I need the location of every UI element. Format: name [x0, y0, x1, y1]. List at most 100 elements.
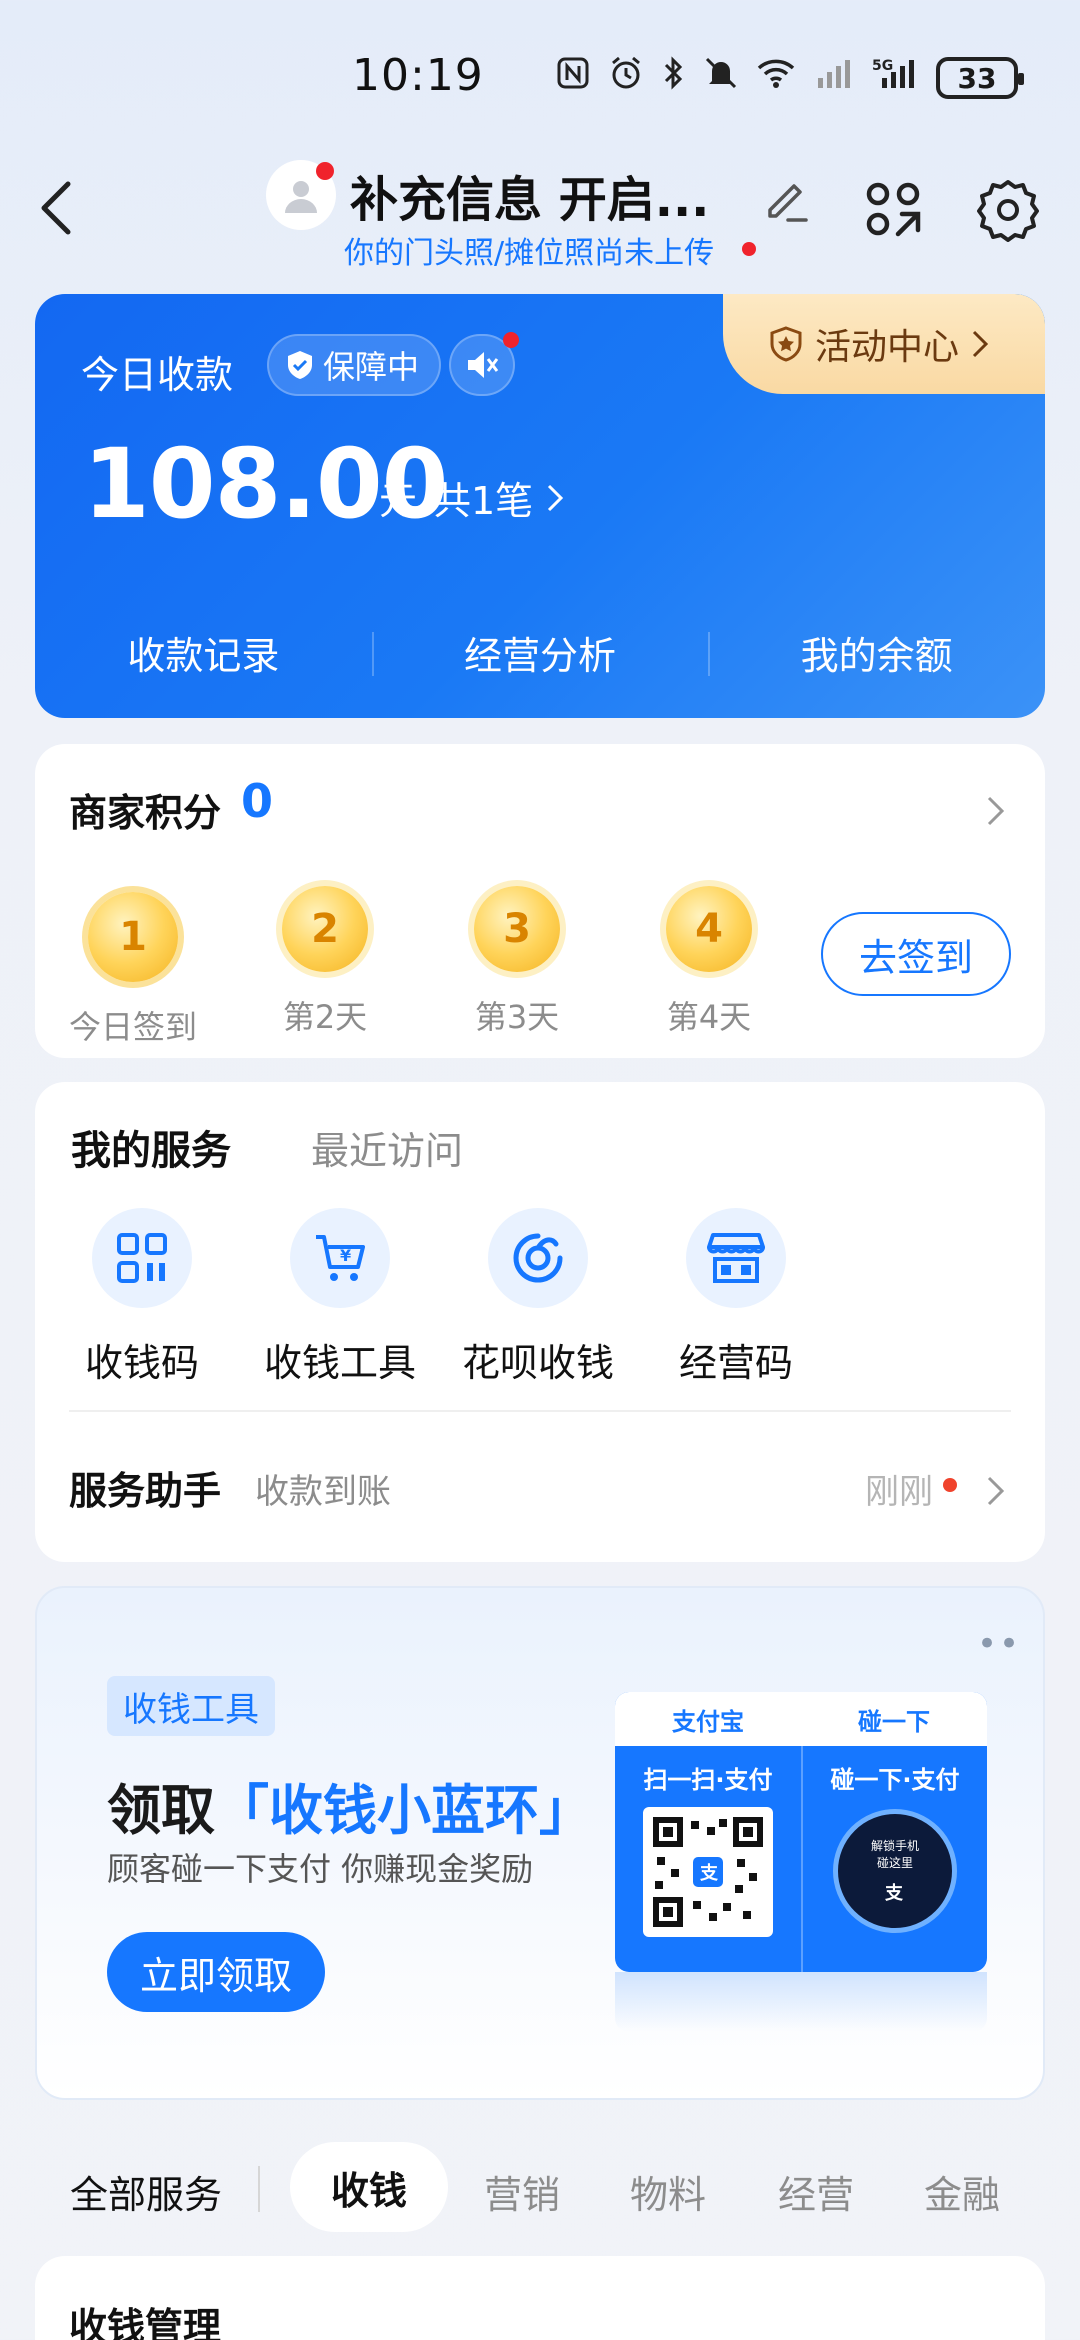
service-label: 花呗收钱 [461, 1341, 614, 1385]
chevron-right-icon[interactable] [985, 794, 1007, 828]
speaker-mute-icon [468, 352, 499, 378]
checkin-day-label: 第2天 [282, 998, 368, 1036]
nfc-icon [556, 56, 590, 101]
edit-button[interactable] [760, 172, 814, 226]
chevron-right-icon[interactable] [985, 1474, 1007, 1508]
assistant-timestamp: 刚刚 [865, 1472, 933, 1512]
checkin-day-label: 今日签到 [68, 1008, 197, 1046]
gear-icon [977, 180, 1039, 242]
checkin-day-2: 2 第2天 [245, 886, 405, 1038]
stand-header: 支付宝 碰一下 [615, 1692, 987, 1746]
mute-icon [704, 55, 738, 102]
tab-marketing[interactable]: 营销 [484, 2164, 560, 2219]
upload-reminder[interactable]: 你的门头照/摊位照尚未上传 [344, 228, 714, 272]
section-title: 收钱管理 [69, 2305, 222, 2340]
voice-alert-dot [503, 332, 519, 348]
points-title: 商家积分 [69, 791, 222, 835]
my-services-card: 我的服务 最近访问 收钱码 ¥ 收钱工具 花呗收钱 经营码 服务助手 收款到账 … [35, 1082, 1045, 1562]
collection-management-card: 收钱管理 [35, 2256, 1045, 2340]
tab-collect-money[interactable]: 收钱 [290, 2142, 448, 2232]
assistant-title[interactable]: 服务助手 [69, 1460, 221, 1515]
promo-subtitle: 顾客碰一下支付 你赚现金奖励 [107, 1850, 534, 1888]
service-huabei[interactable]: 花呗收钱 [453, 1208, 623, 1387]
qr-code-icon [92, 1208, 192, 1308]
activity-center-label: 活动中心 [815, 327, 960, 368]
link-my-balance[interactable]: 我的余额 [708, 612, 1045, 692]
cart-icon: ¥ [290, 1208, 390, 1308]
coin-icon: 4 [666, 886, 752, 972]
guarantee-label: 保障中 [323, 348, 420, 386]
promo-banner[interactable]: •• 收钱工具 领取「收钱小蓝环」 顾客碰一下支付 你赚现金奖励 立即领取 支付… [35, 1586, 1045, 2100]
merchant-title[interactable]: 补充信息 开启... [350, 160, 709, 230]
link-business-analysis[interactable]: 经营分析 [371, 612, 709, 692]
svg-text:¥: ¥ [340, 1246, 351, 1265]
service-business-code[interactable]: 经营码 [651, 1208, 821, 1387]
store-icon [686, 1208, 786, 1308]
tab-all-services[interactable]: 全部服务 [70, 2164, 222, 2219]
coin-icon: 2 [282, 886, 368, 972]
signal-icon [814, 56, 854, 101]
more-options-icon[interactable]: •• [977, 1624, 1021, 1664]
chevron-right-icon[interactable] [545, 482, 567, 514]
nfc-tap-ring: 解锁手机 碰这里 支 [833, 1809, 957, 1933]
signal-5g-icon: 5G [872, 56, 918, 101]
edit-icon [768, 184, 808, 222]
chevron-left-icon [41, 181, 71, 235]
tab-finance[interactable]: 金融 [924, 2164, 1000, 2219]
activity-center-button[interactable]: 活动中心 [723, 294, 1045, 394]
stand-reflection [615, 1972, 987, 2032]
assistant-message[interactable]: 收款到账 [255, 1464, 391, 1513]
scan-icon [866, 182, 921, 237]
promo-title-prefix: 领取 [107, 1779, 215, 1842]
chevron-right-icon [972, 330, 989, 358]
badge-star-icon [770, 326, 802, 362]
svg-text:支: 支 [699, 1862, 719, 1884]
today-revenue-card: 今日收款 保障中 活动中心 108.00 元 共1笔 收款记录 经营分析 我的余… [35, 294, 1045, 718]
coin-icon: 1 [88, 892, 178, 982]
stand-brand-left: 支付宝 [672, 1707, 744, 1736]
stand-tap-caption: 碰一下·支付 [830, 1766, 960, 1794]
huabei-icon [488, 1208, 588, 1308]
service-label: 收钱工具 [263, 1341, 416, 1385]
qr-code-image: 支 [643, 1807, 773, 1937]
tab-materials[interactable]: 物料 [630, 2164, 706, 2219]
checkin-day-1: 1 今日签到 [53, 892, 213, 1048]
guarantee-badge[interactable]: 保障中 [267, 334, 442, 396]
tab-recent-visits[interactable]: 最近访问 [311, 1120, 463, 1175]
status-icons: 5G 33 [556, 55, 1024, 102]
svg-text:支: 支 [884, 1882, 904, 1904]
service-payment-tools[interactable]: ¥ 收钱工具 [255, 1208, 425, 1387]
stand-brand-right: 碰一下 [858, 1707, 930, 1736]
divider [69, 1410, 1011, 1412]
transaction-count[interactable]: 共1笔 [433, 470, 533, 525]
promo-tag: 收钱工具 [107, 1676, 275, 1736]
scan-button[interactable] [864, 180, 922, 238]
today-revenue-label: 今日收款 [81, 353, 234, 397]
back-button[interactable] [34, 180, 84, 236]
status-time: 10:19 [352, 50, 484, 101]
claim-now-button[interactable]: 立即领取 [107, 1932, 325, 2012]
link-payment-records[interactable]: 收款记录 [35, 612, 372, 692]
revenue-quick-links: 收款记录 经营分析 我的余额 [35, 612, 1045, 692]
tab-operations[interactable]: 经营 [778, 2164, 854, 2219]
merchant-points-card[interactable]: 商家积分 0 1 今日签到 2 第2天 3 第3天 4 第4天 去签到 [35, 744, 1045, 1058]
promo-title: 领取「收钱小蓝环」 [107, 1766, 593, 1845]
checkin-day-label: 第3天 [474, 998, 560, 1036]
nfc-text-line-2: 碰这里 [876, 1856, 913, 1870]
settings-button[interactable] [976, 178, 1040, 242]
unread-dot [943, 1478, 957, 1492]
divider [258, 2166, 260, 2212]
wifi-icon [756, 56, 796, 101]
signin-button[interactable]: 去签到 [821, 912, 1011, 996]
checkin-day-4: 4 第4天 [629, 886, 789, 1038]
revenue-unit: 元 [379, 479, 418, 523]
user-icon [285, 181, 317, 213]
reminder-dot [742, 242, 756, 256]
payment-stand-illustration: 支付宝 碰一下 扫一扫·支付 支 碰一下·支付 解锁手机 碰这里 支 [615, 1692, 987, 1972]
coin-icon: 3 [474, 886, 560, 972]
checkin-day-3: 3 第3天 [437, 886, 597, 1038]
nfc-text-line-1: 解锁手机 [870, 1839, 919, 1853]
alarm-icon [608, 55, 644, 102]
service-payment-code[interactable]: 收钱码 [57, 1208, 227, 1387]
tab-my-services[interactable]: 我的服务 [71, 1118, 231, 1176]
